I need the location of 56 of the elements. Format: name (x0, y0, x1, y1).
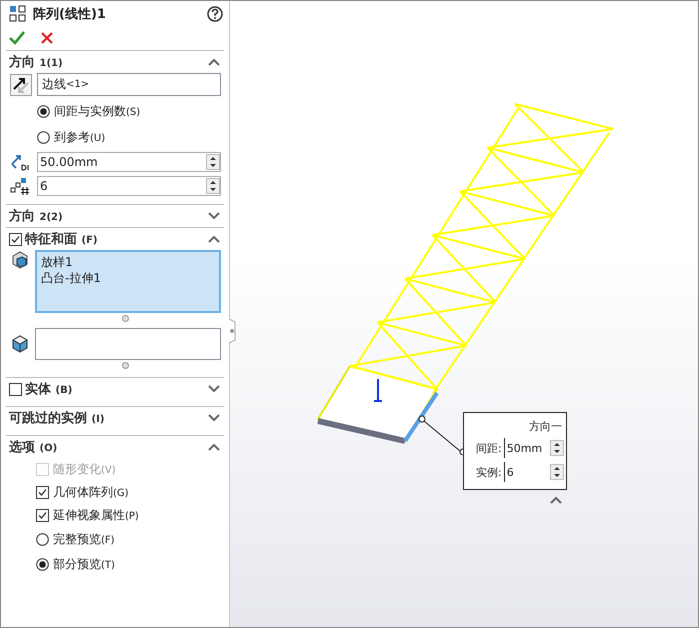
panel-title: 阵列(线性)1 (33, 6, 107, 23)
reverse-direction-icon[interactable] (10, 74, 32, 96)
option-label: 部分预览(T) (53, 556, 115, 572)
collapse-chevron-icon[interactable] (550, 496, 562, 504)
count-label: 实例: (476, 464, 502, 480)
section-title[interactable]: 选项 (O) (9, 438, 205, 456)
option-label: 间距与实例数(S) (54, 102, 140, 120)
spacing-label: 间距: (476, 440, 502, 456)
feature-item[interactable]: 凸台-拉伸1 (41, 270, 215, 286)
spinner-arrows-icon[interactable] (550, 464, 564, 480)
callout-title: 方向一 (529, 419, 562, 434)
linear-pattern-icon (9, 5, 27, 23)
body-cube-icon (10, 334, 30, 354)
instance-count-icon (10, 176, 32, 196)
option-label: 到参考(U) (54, 128, 106, 146)
option-label: 延伸视象属性(P) (53, 506, 139, 524)
expand-chevron-icon[interactable] (208, 385, 220, 393)
radio-button[interactable] (36, 532, 49, 546)
section-title[interactable]: 特征和面 (F) (25, 230, 205, 248)
collapse-chevron-icon[interactable] (208, 235, 220, 243)
callout-spacing-field[interactable]: 50mm (504, 438, 564, 458)
option-label: 几何体阵列(G) (53, 484, 129, 500)
checkbox[interactable] (9, 382, 22, 396)
features-list[interactable]: 放样1 凸台-拉伸1 (35, 250, 221, 313)
feature-item[interactable]: 放样1 (41, 254, 215, 270)
spinner-arrows-icon[interactable] (206, 178, 220, 194)
radio-button[interactable] (37, 104, 50, 118)
resize-handle[interactable] (122, 315, 129, 322)
expand-chevron-icon[interactable] (208, 212, 220, 220)
callout-count-field[interactable]: 6 (504, 462, 564, 482)
radio-button[interactable] (36, 558, 49, 570)
cancel-icon[interactable] (39, 30, 55, 46)
radio-button[interactable] (37, 130, 50, 144)
panel-collapse-tab[interactable] (229, 319, 237, 343)
instance-count-field[interactable]: 6 (37, 176, 221, 196)
spacing-field[interactable]: 50.00mm (37, 152, 221, 172)
expand-chevron-icon[interactable] (208, 414, 220, 422)
section-title[interactable]: 可跳过的实例 (I) (9, 409, 205, 427)
option-label: 完整预览(F) (53, 530, 115, 548)
feature-cube-icon (10, 250, 30, 270)
checkbox[interactable] (36, 508, 49, 522)
collapse-chevron-icon[interactable] (208, 58, 220, 66)
option-label: 随形变化(V) (53, 460, 116, 478)
checkbox[interactable] (9, 232, 22, 246)
checkbox[interactable] (36, 486, 49, 498)
spinner-arrows-icon[interactable] (550, 440, 564, 456)
resize-handle[interactable] (122, 362, 129, 369)
edge-field[interactable]: 边线<1> (37, 73, 221, 96)
ok-check-icon[interactable] (9, 30, 25, 46)
section-title[interactable]: 方向 1(1) (9, 53, 205, 71)
section-title[interactable]: 实体 (B) (25, 380, 205, 398)
spinner-arrows-icon[interactable] (206, 154, 220, 170)
help-icon[interactable] (207, 6, 223, 22)
bodies-list[interactable] (35, 328, 221, 360)
section-title[interactable]: 方向 2(2) (9, 207, 205, 225)
collapse-chevron-icon[interactable] (208, 443, 220, 451)
